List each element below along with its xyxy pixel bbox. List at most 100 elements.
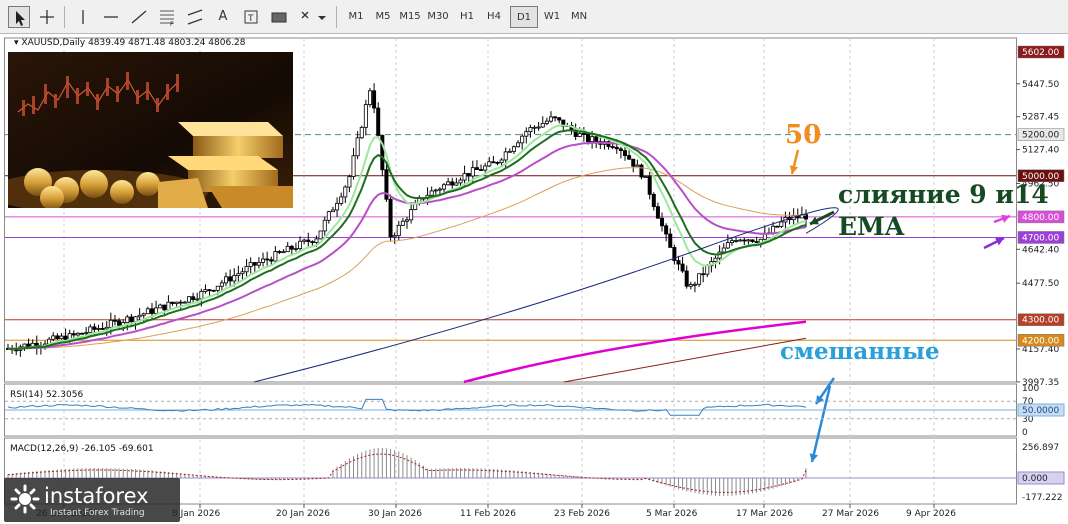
candle-body (166, 301, 171, 311)
gold-bars-image (8, 52, 293, 208)
annotation-50: 50 (785, 120, 822, 150)
equidistant-channel-icon[interactable] (184, 6, 206, 28)
candle-body (248, 262, 253, 267)
candle-body (553, 116, 558, 119)
macd-label: MACD(12,26,9) -26.105 -69.601 (10, 444, 154, 454)
candle-body (117, 320, 122, 326)
candle-body (775, 225, 780, 228)
candle-body (491, 161, 496, 164)
crosshair-icon[interactable] (36, 6, 58, 28)
svg-text:F: F (170, 21, 174, 28)
arrow-50-head (789, 165, 799, 174)
candle-body (754, 241, 759, 243)
candle-body (524, 131, 529, 137)
rectangle-icon[interactable] (268, 6, 290, 28)
candle-body (540, 122, 545, 128)
candle-body (442, 184, 447, 190)
candle-body (433, 189, 438, 192)
candle-body (376, 107, 381, 136)
trendline-icon[interactable] (128, 6, 150, 28)
candle-body (594, 136, 599, 142)
ma100-line (253, 207, 839, 383)
text-label-icon[interactable]: T (240, 6, 262, 28)
candle-body (84, 332, 89, 335)
candle-body (199, 291, 204, 300)
fibonacci-icon[interactable]: F (156, 6, 178, 28)
candle-body (55, 335, 60, 340)
candle-body (277, 251, 282, 253)
candle-body (721, 247, 726, 253)
text-icon[interactable]: A (212, 6, 234, 28)
candle-body (310, 241, 315, 244)
candle-body (125, 316, 130, 323)
price-axis-label: 4642.40 (1022, 245, 1059, 255)
rsi-axis-label: 0 (1022, 428, 1028, 438)
candle-body (577, 133, 582, 137)
cursor-icon[interactable] (8, 6, 30, 28)
price-tag-label: 5602.00 (1022, 48, 1059, 58)
price-tag: 4700.00 (1017, 231, 1065, 244)
candle-body (639, 164, 644, 178)
candle-body (446, 181, 451, 186)
rsi-tag-label: 50.0000 (1022, 406, 1059, 416)
candle-body (684, 270, 689, 287)
timeframe-m5[interactable]: M5 (369, 6, 397, 28)
timeframe-w1[interactable]: W1 (538, 6, 566, 28)
candle-body (585, 133, 590, 142)
date-axis-label: 5 Mar 2026 (646, 509, 698, 519)
candle-body (178, 301, 183, 304)
candle-body (281, 251, 286, 254)
candle-body (170, 301, 175, 304)
candle-body (676, 260, 681, 265)
timeframe-h1[interactable]: H1 (453, 6, 481, 28)
candle-body (240, 271, 245, 275)
price-tag: 4800.00 (1017, 210, 1065, 224)
candle-body (544, 120, 549, 124)
arrow-4800 (993, 214, 1011, 224)
candle-body (191, 296, 196, 300)
candle-body (635, 164, 640, 167)
shapes-dropdown-icon[interactable] (296, 6, 330, 28)
candle-body (186, 296, 191, 303)
price-tag-label: 4200.00 (1022, 336, 1059, 346)
candle-body (499, 159, 504, 163)
ma-dark-line (563, 337, 807, 383)
candle-body (614, 146, 619, 150)
candle-body (219, 282, 224, 287)
price-axis-label: 5287.45 (1022, 113, 1059, 123)
candle-body (252, 262, 257, 266)
price-axis-label: 4477.50 (1022, 279, 1059, 289)
candle-body (228, 276, 233, 282)
candle-body (701, 273, 706, 276)
price-tag: 5200.00 (1017, 128, 1065, 141)
candle-body (548, 116, 553, 122)
horizontal-line-icon[interactable] (100, 6, 122, 28)
candle-body (224, 276, 229, 284)
candle-body (400, 220, 405, 226)
candle-body (351, 155, 356, 177)
candle-body (409, 209, 414, 221)
candle-body (137, 314, 142, 318)
price-tag-label: 5200.00 (1022, 131, 1059, 141)
timeframe-m1[interactable]: M1 (342, 6, 370, 28)
candle-body (697, 273, 702, 285)
chart-menu-icon[interactable]: ▾ (14, 38, 19, 48)
annotation-merge-line1: слияние 9 и14 (838, 180, 1049, 209)
rsi-axis-label: 100 (1022, 384, 1039, 394)
candle-body (293, 248, 298, 251)
timeframe-h4[interactable]: H4 (480, 6, 508, 28)
candle-body (154, 307, 159, 314)
timeframe-m15[interactable]: M15 (396, 6, 424, 28)
timeframe-d1[interactable]: D1 (510, 6, 538, 28)
vertical-line-icon[interactable] (72, 6, 94, 28)
annotation-mixed: смешанные (780, 338, 940, 365)
candle-body (355, 137, 360, 157)
timeframe-m30[interactable]: M30 (424, 6, 452, 28)
candle-body (232, 275, 237, 282)
candle-body (392, 235, 397, 238)
candle-body (688, 284, 693, 287)
timeframe-mn[interactable]: MN (565, 6, 593, 28)
brand-tagline: Instant Forex Trading (50, 508, 145, 518)
arrow-4700 (983, 236, 1005, 250)
candle-body (149, 308, 154, 314)
